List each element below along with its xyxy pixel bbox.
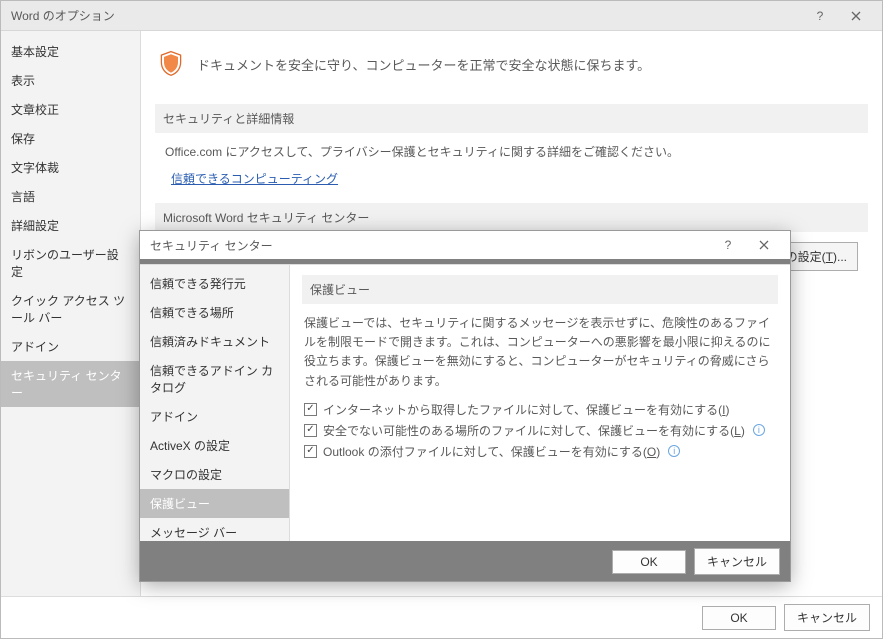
trusted-computing-link[interactable]: 信頼できるコンピューティング [171, 170, 338, 187]
checkbox-label: インターネットから取得したファイルに対して、保護ビューを有効にする(I) [323, 401, 730, 418]
sidebar-item[interactable]: 文字体裁 [1, 153, 140, 182]
close-icon [851, 11, 861, 21]
inner-main-pane: 保護ビュー 保護ビューでは、セキュリティに関するメッセージを表示せずに、危険性の… [290, 265, 790, 541]
sidebar-item[interactable]: 基本設定 [1, 37, 140, 66]
inner-close-button[interactable] [746, 231, 782, 259]
sidebar-item[interactable]: クイック アクセス ツール バー [1, 286, 140, 332]
main-titlebar: Word のオプション ? [1, 1, 882, 31]
sidebar-item[interactable]: 保護ビュー [140, 489, 289, 518]
inner-title: セキュリティ センター [150, 237, 710, 254]
checkbox-label: 安全でない可能性のある場所のファイルに対して、保護ビューを有効にする(L) [323, 422, 745, 439]
protected-view-check-row: ✓ インターネットから取得したファイルに対して、保護ビューを有効にする(I) [304, 401, 776, 418]
sidebar-item[interactable]: 文章校正 [1, 95, 140, 124]
sidebar-item[interactable]: 表示 [1, 66, 140, 95]
checkbox-label: Outlook の添付ファイルに対して、保護ビューを有効にする(O) [323, 443, 660, 460]
inner-ok-button[interactable]: OK [612, 550, 686, 574]
inner-sidebar: 信頼できる発行元信頼できる場所信頼済みドキュメント信頼できるアドイン カタログア… [140, 265, 290, 541]
inner-body: 信頼できる発行元信頼できる場所信頼済みドキュメント信頼できるアドイン カタログア… [140, 264, 790, 541]
protected-view-check-row: ✓ Outlook の添付ファイルに対して、保護ビューを有効にする(O) i [304, 443, 776, 460]
shield-text: ドキュメントを安全に守り、コンピューターを正常で安全な状態に保ちます。 [197, 55, 650, 74]
protected-view-check-row: ✓ 安全でない可能性のある場所のファイルに対して、保護ビューを有効にする(L) i [304, 422, 776, 439]
inner-help-button[interactable]: ? [710, 231, 746, 259]
sidebar-item[interactable]: 言語 [1, 182, 140, 211]
main-footer: OK キャンセル [1, 596, 882, 638]
inner-cancel-button[interactable]: キャンセル [694, 548, 780, 575]
section-security-info-head: セキュリティと詳細情報 [155, 104, 868, 133]
close-icon [759, 240, 769, 250]
close-button[interactable] [838, 2, 874, 30]
trust-center-dialog: セキュリティ センター ? 信頼できる発行元信頼できる場所信頼済みドキュメント信… [140, 231, 790, 581]
sidebar-item[interactable]: 保存 [1, 124, 140, 153]
section-trust-center-head: Microsoft Word セキュリティ センター [155, 203, 868, 232]
sidebar-item[interactable]: 信頼済みドキュメント [140, 327, 289, 356]
inner-titlebar: セキュリティ センター ? [140, 231, 790, 259]
section-security-info-body: Office.com にアクセスして、プライバシー保護とセキュリティに関する詳細… [155, 133, 868, 193]
sidebar-item[interactable]: リボンのユーザー設定 [1, 240, 140, 286]
sidebar-item[interactable]: メッセージ バー [140, 518, 289, 541]
sidebar-item[interactable]: 信頼できるアドイン カタログ [140, 356, 289, 402]
main-ok-button[interactable]: OK [702, 606, 776, 630]
sidebar-item[interactable]: マクロの設定 [140, 460, 289, 489]
checkbox[interactable]: ✓ [304, 424, 317, 437]
inner-footer: OK キャンセル [140, 541, 790, 581]
sidebar-item[interactable]: 詳細設定 [1, 211, 140, 240]
sidebar-item[interactable]: セキュリティ センター [1, 361, 140, 407]
checkbox[interactable]: ✓ [304, 445, 317, 458]
shield-icon [157, 49, 185, 80]
info-icon[interactable]: i [753, 424, 765, 436]
shield-row: ドキュメントを安全に守り、コンピューターを正常で安全な状態に保ちます。 [155, 43, 868, 94]
main-cancel-button[interactable]: キャンセル [784, 604, 870, 631]
help-button[interactable]: ? [802, 2, 838, 30]
protected-view-desc: 保護ビューでは、セキュリティに関するメッセージを表示せずに、危険性のあるファイル… [304, 314, 776, 391]
main-sidebar: 基本設定表示文章校正保存文字体裁言語詳細設定リボンのユーザー設定クイック アクセ… [1, 31, 141, 596]
sidebar-item[interactable]: ActiveX の設定 [140, 431, 289, 460]
checkbox[interactable]: ✓ [304, 403, 317, 416]
protected-view-head: 保護ビュー [302, 275, 778, 304]
sidebar-item[interactable]: アドイン [140, 402, 289, 431]
security-info-text: Office.com にアクセスして、プライバシー保護とセキュリティに関する詳細… [165, 143, 858, 160]
sidebar-item[interactable]: 信頼できる場所 [140, 298, 289, 327]
sidebar-item[interactable]: アドイン [1, 332, 140, 361]
main-title: Word のオプション [11, 7, 802, 24]
info-icon[interactable]: i [668, 445, 680, 457]
sidebar-item[interactable]: 信頼できる発行元 [140, 269, 289, 298]
